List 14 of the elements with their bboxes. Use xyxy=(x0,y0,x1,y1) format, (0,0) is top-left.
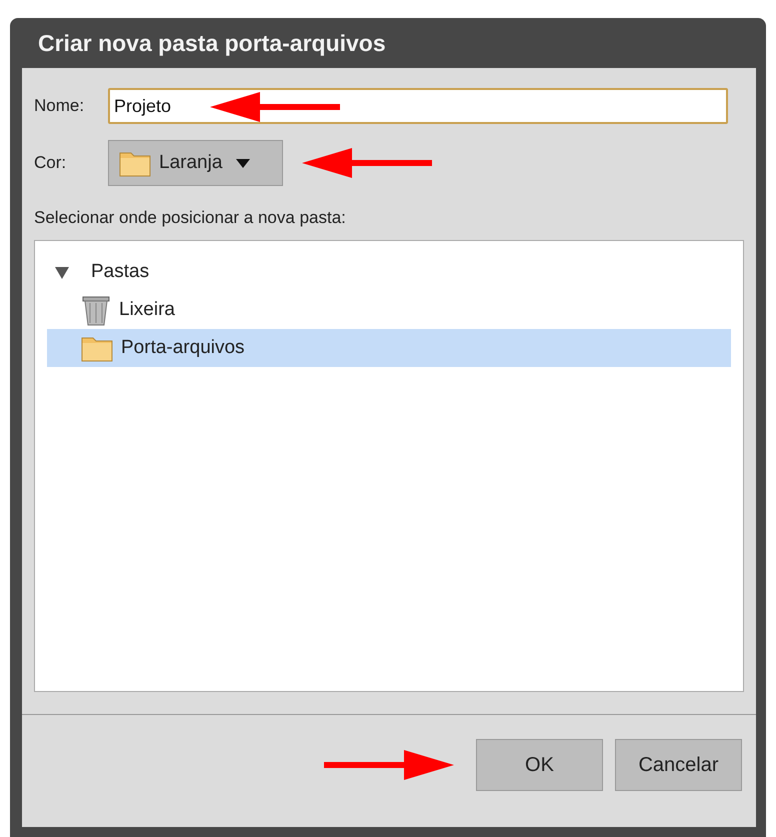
ok-button[interactable]: OK xyxy=(476,739,603,791)
tree-item[interactable]: Pastas xyxy=(47,253,731,291)
location-label: Selecionar onde posicionar a nova pasta: xyxy=(34,208,347,228)
expand-icon[interactable] xyxy=(55,265,69,279)
tree-item[interactable]: Porta-arquivos xyxy=(47,329,731,367)
field-label: Cor: xyxy=(34,153,68,173)
field-label: Nome: xyxy=(34,96,86,116)
name-field[interactable]: Projeto xyxy=(108,88,728,124)
color-dropdown[interactable]: Laranja xyxy=(108,140,283,186)
tree-item[interactable]: Lixeira xyxy=(47,291,731,329)
window-title: Criar nova pasta porta-arquivos xyxy=(37,28,387,58)
cancel-button[interactable]: Cancelar xyxy=(615,739,742,791)
caret-icon xyxy=(236,158,250,168)
trash-icon xyxy=(81,294,111,326)
